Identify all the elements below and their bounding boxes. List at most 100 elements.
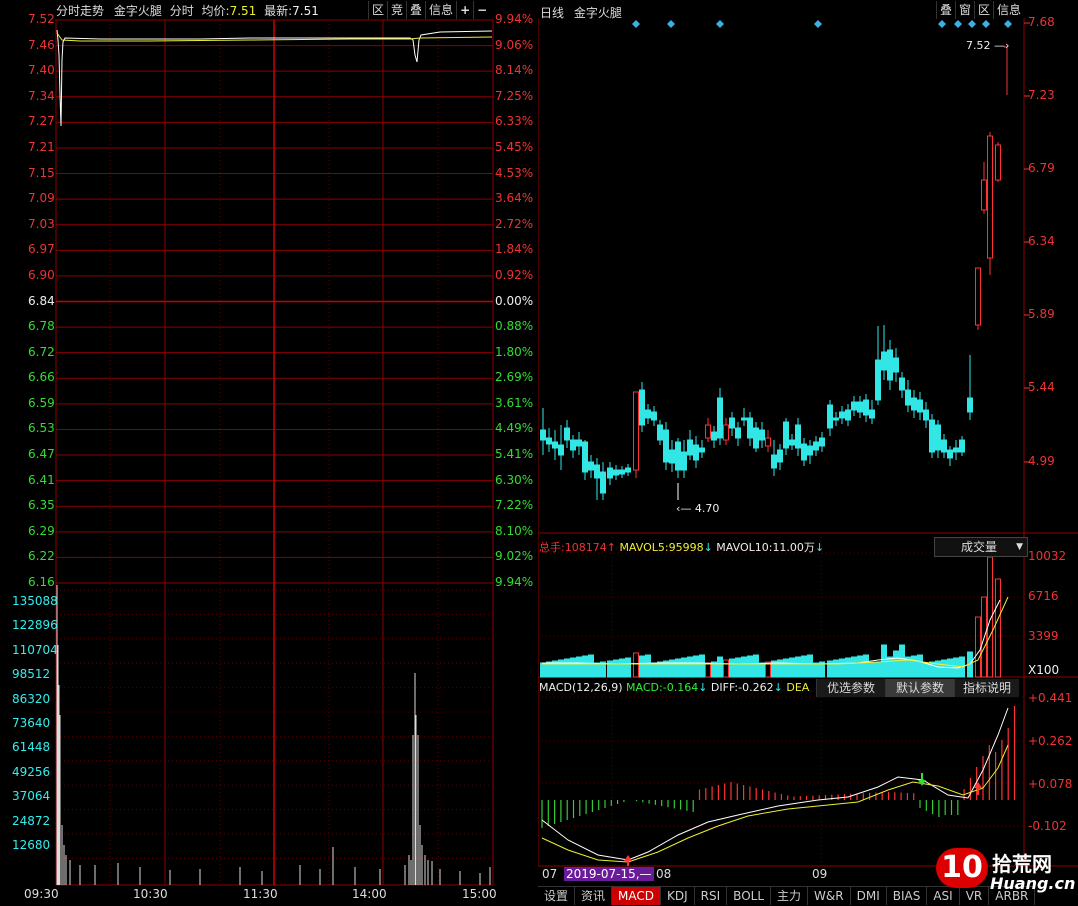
candle-body: [981, 179, 987, 211]
volume-unit: X100: [1028, 663, 1060, 677]
tab-bias[interactable]: BIAS: [887, 887, 928, 905]
tab-main-force[interactable]: 主力: [771, 887, 809, 905]
optimize-params-button[interactable]: 优选参数: [816, 679, 885, 697]
candle-body: [813, 441, 819, 451]
candle-body: [887, 349, 893, 381]
macd-menu: 优选参数 默认参数 指标说明: [816, 679, 1020, 697]
tab-dmi[interactable]: DMI: [851, 887, 887, 905]
tab-boll[interactable]: BOLL: [727, 887, 772, 905]
candle-body: [735, 427, 741, 439]
candle-body: [893, 357, 899, 373]
candle-body: [819, 437, 825, 447]
volume-bar: [576, 656, 582, 678]
price-tick: 6.72: [28, 344, 55, 359]
tab-news[interactable]: 资讯: [575, 887, 613, 905]
candle-body: [723, 424, 729, 441]
candle-body: [747, 417, 753, 439]
tab-wr[interactable]: W&R: [808, 887, 851, 905]
mavol5-line: [542, 599, 1001, 669]
price-tick: 6.66: [28, 370, 55, 385]
price-tick: 6.22: [28, 549, 55, 564]
tab-kdj[interactable]: KDJ: [661, 887, 695, 905]
pct-tick: 7.25%: [495, 88, 534, 103]
pct-tick: 3.64%: [495, 191, 534, 206]
daily-volume-bars: [540, 556, 1001, 678]
volume-bar: [540, 662, 546, 678]
volume-bar: [975, 616, 981, 678]
price-tick: 6.29: [28, 523, 55, 538]
volume-bar: [582, 655, 588, 678]
date-tick-07: 07: [542, 867, 558, 881]
volume-bar: [863, 654, 869, 678]
candle-body: [729, 417, 735, 429]
default-params-button[interactable]: 默认参数: [885, 679, 955, 697]
price-tick: 7.21: [28, 139, 55, 154]
price-tick: 7.34: [28, 88, 55, 103]
candle-body: [687, 439, 693, 456]
dea-label: DEA: [786, 681, 810, 694]
price-tick: 6.59: [28, 395, 55, 410]
signal-arrows: [624, 773, 982, 866]
candle-body: [917, 399, 923, 413]
volume-bar: [639, 655, 645, 678]
pct-tick: 5.45%: [495, 139, 534, 154]
volume-bar: [911, 655, 917, 678]
volume-bar: [723, 659, 729, 678]
candle-body: [863, 399, 869, 416]
candle-body: [801, 443, 807, 461]
candle-body: [594, 464, 600, 479]
diff-value: -0.262: [738, 681, 774, 694]
pct-tick: 8.14%: [495, 63, 534, 78]
candle-body: [923, 409, 929, 421]
volume-bar: [675, 658, 681, 678]
tab-rsi[interactable]: RSI: [695, 887, 728, 905]
indicator-help-button[interactable]: 指标说明: [954, 679, 1019, 697]
pct-tick: 0.00%: [495, 293, 534, 308]
macd-tick: -0.102: [1028, 819, 1067, 833]
time-tick: 09:30: [24, 887, 59, 901]
event-marker: [1004, 20, 1012, 28]
pct-tick: 3.61%: [495, 395, 534, 410]
volume-bar: [741, 656, 747, 678]
event-marker: [814, 20, 822, 28]
mavol10-value: 11.00万: [772, 541, 815, 554]
candle-body: [845, 409, 851, 421]
event-marker: [632, 20, 640, 28]
tab-settings[interactable]: 设置: [538, 887, 576, 905]
indicator-dropdown[interactable]: 成交量 ▼: [934, 537, 1028, 557]
candle-body: [576, 439, 582, 447]
price-tick: 6.35: [28, 498, 55, 513]
volume-bar: [941, 659, 947, 678]
price-tick: 6.53: [28, 421, 55, 436]
date-tick-09: 09: [812, 867, 828, 881]
volume-bar: [613, 659, 619, 678]
volume-bar: [717, 656, 723, 678]
volume-bar: [875, 661, 881, 678]
price-tick: 7.52: [28, 12, 55, 26]
candle-body: [663, 429, 669, 463]
price-tick: 7.40: [28, 63, 55, 78]
volume-bar: [789, 657, 795, 678]
price-tick: 7.46: [28, 37, 55, 52]
candle-body: [833, 417, 839, 421]
candle-body: [613, 469, 619, 476]
tab-macd[interactable]: MACD: [612, 887, 662, 905]
candle-body: [753, 427, 759, 449]
volume-tick: 61448: [12, 740, 51, 755]
candle-body: [881, 351, 887, 371]
volume-bar: [747, 655, 753, 678]
candle-body: [807, 445, 813, 456]
pct-tick: 4.49%: [495, 421, 534, 436]
daily-price-tick: 6.34: [1028, 234, 1055, 248]
candle-body: [869, 409, 875, 419]
daily-price-tick: 6.79: [1028, 161, 1055, 175]
volume-tick: 24872: [12, 813, 51, 828]
mavol10-line: [542, 596, 1009, 668]
volume-bar: [625, 657, 631, 678]
volume-bar: [564, 658, 570, 678]
volume-header: 总手:108174↑ MAVOL5:95998↓ MAVOL10:11.00万↓: [539, 541, 825, 554]
candle-body: [546, 437, 552, 445]
volume-bar: [645, 654, 651, 678]
daily-price-tick: 5.89: [1028, 307, 1055, 321]
time-tick: 14:00: [352, 887, 387, 901]
